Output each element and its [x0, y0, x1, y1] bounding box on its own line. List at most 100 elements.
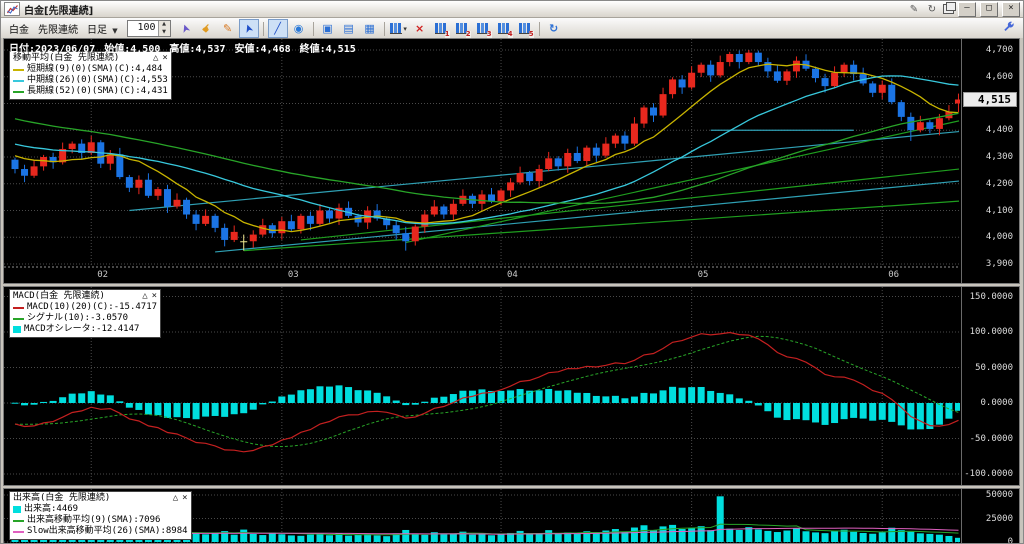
legend-text: 短期線(9)(0)(SMA)(C):4,484 [27, 64, 162, 75]
pointer-tool-icon[interactable]: ➤ [239, 19, 259, 38]
refresh-window-icon[interactable]: ↻ [925, 4, 939, 15]
legend-swatch [13, 318, 24, 320]
macd-legend-box[interactable]: MACD(白金 先限連続) △ × MACD(10)(20)(C):-15.47… [9, 289, 161, 338]
close-legend-icon[interactable]: × [182, 493, 187, 504]
axis-tick-label: 100.0000 [970, 327, 1013, 337]
chart-type-icon[interactable]: ▾ [389, 19, 409, 38]
macd-line [15, 333, 959, 452]
month-label: 05 [698, 270, 709, 280]
macd-oscillator-bars [12, 385, 961, 429]
timeframe-value: 日足 [87, 25, 107, 36]
cascade-windows-icon[interactable] [943, 4, 954, 14]
panel-layout-2-icon[interactable]: 2 [452, 19, 472, 38]
remove-study-icon[interactable]: × [410, 19, 430, 38]
axis-tick-label: 4,600 [986, 72, 1013, 82]
panel-layout-3-icon[interactable]: 3 [473, 19, 493, 38]
macd-signal-line [15, 336, 959, 446]
info-segment: 始値:4,500 [104, 44, 160, 55]
axis-tick-label: 4,400 [986, 125, 1013, 135]
legend-swatch [13, 506, 21, 513]
minimize-button[interactable]: – [958, 2, 976, 17]
month-label: 06 [888, 270, 899, 280]
legend-text: シグナル(10):-3.0570 [27, 313, 128, 324]
app-window: 白金[先限連続] ✎ ↻ – □ × 白金 先限連続 日足 ▼ 100 ▲▼ ➤… [0, 0, 1024, 544]
reload-icon[interactable]: ↻ [544, 19, 564, 38]
tool-buttons: ➤☛✎➤╱◉▣▤▦▾×12345↻ [176, 19, 564, 38]
window-title: 白金[先限連続] [24, 2, 903, 17]
bars-count-value: 100 [128, 21, 158, 36]
legend-text: Slow出来高移動平均(26)(SMA):8984 [27, 526, 188, 537]
info-segment: 終値:4,515 [300, 44, 356, 55]
legend-row: MACDオシレータ:-12.4147 [13, 324, 157, 335]
legend-swatch [13, 307, 24, 309]
collapse-legend-icon[interactable]: △ [142, 291, 147, 302]
macd-panel[interactable]: MACD(白金 先限連続) △ × MACD(10)(20)(C):-15.47… [3, 286, 1020, 486]
maximize-button[interactable]: □ [980, 2, 998, 17]
legend-row: 出来高:4469 [13, 504, 188, 515]
volume-legend-box[interactable]: 出来高(白金 先限連続) △ × 出来高:4469出来高移動平均(9)(SMA)… [9, 491, 192, 540]
legend-swatch [13, 91, 24, 93]
series-label: 先限連続 [38, 21, 78, 36]
axis-tick-label: 4,300 [986, 152, 1013, 162]
axis-tick-label: 4,200 [986, 179, 1013, 189]
title-bar[interactable]: 白金[先限連続] ✎ ↻ – □ × [1, 1, 1023, 18]
legend-swatch [13, 326, 21, 333]
axis-tick-label: -100.0000 [964, 469, 1013, 479]
legend-text: 長期線(52)(0)(SMA)(C):4,431 [27, 86, 168, 97]
price-axis[interactable]: 4,700 4,600 4,400 4,300 4,200 4,100 4,000 3,900… [961, 39, 1019, 283]
panel-layout-4-icon[interactable]: 4 [494, 19, 514, 38]
info-segment: 日付:2023/06/07 [9, 44, 95, 55]
settings-wrench-icon[interactable] [1002, 21, 1015, 37]
spinner-down-icon[interactable]: ▼ [159, 29, 170, 37]
legend-text: MACDオシレータ:-12.4147 [24, 324, 139, 335]
macd-axis[interactable]: 150.0000100.000050.00000.0000-50.0000-10… [961, 287, 1019, 485]
zoom-lens-icon[interactable]: ◉ [289, 19, 309, 38]
grid-table-icon[interactable]: ▦ [360, 19, 380, 38]
chevron-down-icon: ▼ [112, 27, 117, 35]
close-legend-icon[interactable]: × [152, 291, 157, 302]
axis-tick-label: 25000 [986, 514, 1013, 524]
close-button[interactable]: × [1002, 2, 1020, 17]
axis-tick-label: 0.0000 [980, 398, 1013, 408]
panel-layout-5-icon[interactable]: 5 [515, 19, 535, 38]
spinner-up-icon[interactable]: ▲ [159, 21, 170, 29]
legend-row: 短期線(9)(0)(SMA)(C):4,484 [13, 64, 168, 75]
panel-layout-1-icon[interactable]: 1 [431, 19, 451, 38]
volume-legend-title: 出来高(白金 先限連続) [13, 493, 169, 504]
axis-tick-label: -50.0000 [970, 434, 1013, 444]
select-cursor-icon[interactable]: ➤ [176, 19, 196, 38]
volume-panel[interactable]: 出来高(白金 先限連続) △ × 出来高:4469出来高移動平均(9)(SMA)… [3, 488, 1020, 544]
timeframe-dropdown[interactable]: 日足 ▼ [87, 21, 118, 36]
volume-axis[interactable]: 50000 25000 0 [961, 489, 1019, 544]
collapse-legend-icon[interactable]: △ [173, 493, 178, 504]
pan-hand-icon[interactable]: ☛ [197, 19, 217, 38]
draw-line-icon[interactable]: ✎ [218, 19, 238, 38]
main-chart-panel[interactable]: 日付:2023/06/07 始値:4,500 高値:4,537 安値:4,468 終値:… [3, 38, 1020, 284]
macd-legend-title: MACD(白金 先限連続) [13, 291, 138, 302]
new-chart-window-icon[interactable]: ▣ [318, 19, 338, 38]
info-segment: 安値:4,468 [234, 44, 290, 55]
pin-icon[interactable]: ✎ [907, 4, 921, 15]
axis-tick-label: 4,000 [986, 232, 1013, 242]
legend-swatch [13, 69, 24, 71]
instrument-label: 白金 [9, 21, 29, 36]
bars-count-spinner[interactable]: 100 ▲▼ [127, 20, 171, 37]
axis-tick-label: 50000 [986, 490, 1013, 500]
info-segment: 高値:4,537 [169, 44, 225, 55]
axis-tick-label: 50.0000 [975, 363, 1013, 373]
ma-legend-box[interactable]: 移動平均(白金 先限連続) △ × 短期線(9)(0)(SMA)(C):4,48… [9, 51, 172, 100]
axis-tick-label: 0 [1008, 537, 1013, 544]
toolbar: 白金 先限連続 日足 ▼ 100 ▲▼ ➤☛✎➤╱◉▣▤▦▾×12345↻ [1, 18, 1023, 40]
axis-tick-label: 4,700 [986, 45, 1013, 55]
legend-row: MACD(10)(20)(C):-15.4717 [13, 302, 157, 313]
legend-swatch [13, 520, 24, 522]
grid-rows-icon[interactable]: ▤ [339, 19, 359, 38]
legend-row: Slow出来高移動平均(26)(SMA):8984 [13, 526, 188, 537]
toolbar-separator [539, 22, 540, 36]
axis-tick-label: 3,900 [986, 259, 1013, 269]
axis-tick-label: 4,100 [986, 206, 1013, 216]
trendline-tool-icon[interactable]: ╱ [268, 19, 288, 38]
spinner-arrows[interactable]: ▲▼ [158, 21, 170, 36]
legend-row: 長期線(52)(0)(SMA)(C):4,431 [13, 86, 168, 97]
month-label: 02 [97, 270, 108, 280]
